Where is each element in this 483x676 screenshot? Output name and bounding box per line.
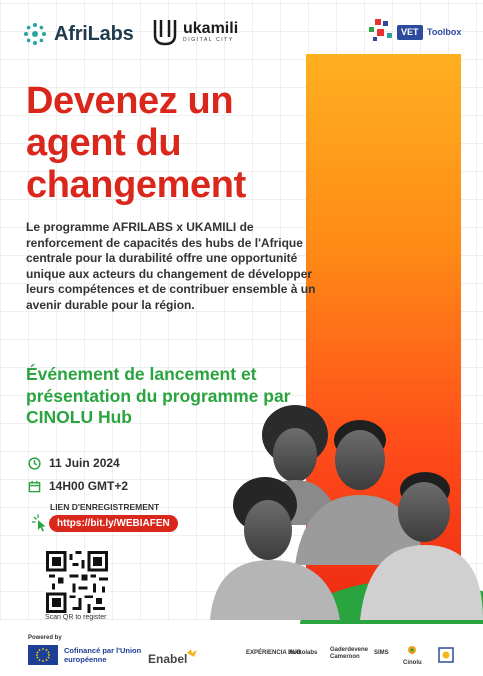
eu-flag-icon	[28, 645, 58, 665]
crest-logo-icon	[438, 647, 454, 663]
intro-paragraph: Le programme AFRILABS x UKAMILI de renfo…	[26, 220, 316, 312]
cinolu-logo-icon	[408, 646, 416, 654]
afrilabs-mark-icon	[24, 23, 46, 45]
ukamili-subtitle: DIGITAL CITY	[183, 37, 234, 43]
powered-by-label: Powered by	[28, 635, 62, 641]
time-line: 14H00 GMT+2	[28, 479, 128, 493]
ukamili-mark-icon	[153, 20, 177, 46]
calendar-icon	[28, 480, 41, 492]
partner-gaderdevene: Gaderdevene Cameroon	[330, 647, 369, 660]
partner-jokkolabs: Jokkolabs	[288, 650, 318, 656]
enabel-mark-icon	[187, 649, 197, 657]
vet-toolbox-logo: VET Toolbox	[367, 17, 463, 47]
registration-label: LIEN D'ENREGISTREMENT	[50, 502, 160, 512]
afrilabs-wordmark: AfriLabs	[54, 22, 134, 45]
partner-sims: SIMS	[374, 650, 389, 656]
qr-code	[46, 551, 108, 613]
flyer: AfriLabs ukamili DIGITAL CITY VET Toolbo…	[0, 0, 483, 676]
event-date: 11 Juin 2024	[49, 456, 120, 470]
clock-icon	[28, 456, 41, 470]
ukamili-logo: ukamili DIGITAL CITY	[152, 17, 238, 47]
qr-caption: Scan QR to register	[45, 614, 107, 621]
cursor-click-icon	[32, 514, 46, 532]
group-photo	[210, 405, 483, 620]
vet-squares-icon	[369, 19, 392, 41]
event-time: 14H00 GMT+2	[49, 479, 129, 493]
ukamili-wordmark: ukamili	[183, 20, 239, 37]
enabel-logo: Enabel	[148, 652, 188, 666]
vet-label: VET	[397, 25, 423, 40]
partner-cinolu: Cinolu	[403, 660, 422, 666]
registration-link[interactable]: https://bit.ly/WEBIAFEN	[49, 515, 178, 532]
eu-cofinance-text: Cofinancé par l'Union européenne	[64, 646, 142, 664]
afrilabs-logo: AfriLabs	[22, 20, 134, 48]
headline: Devenez un agent du changement	[26, 80, 246, 206]
date-line: 11 Juin 2024	[28, 456, 120, 470]
toolbox-label: Toolbox	[427, 27, 462, 37]
